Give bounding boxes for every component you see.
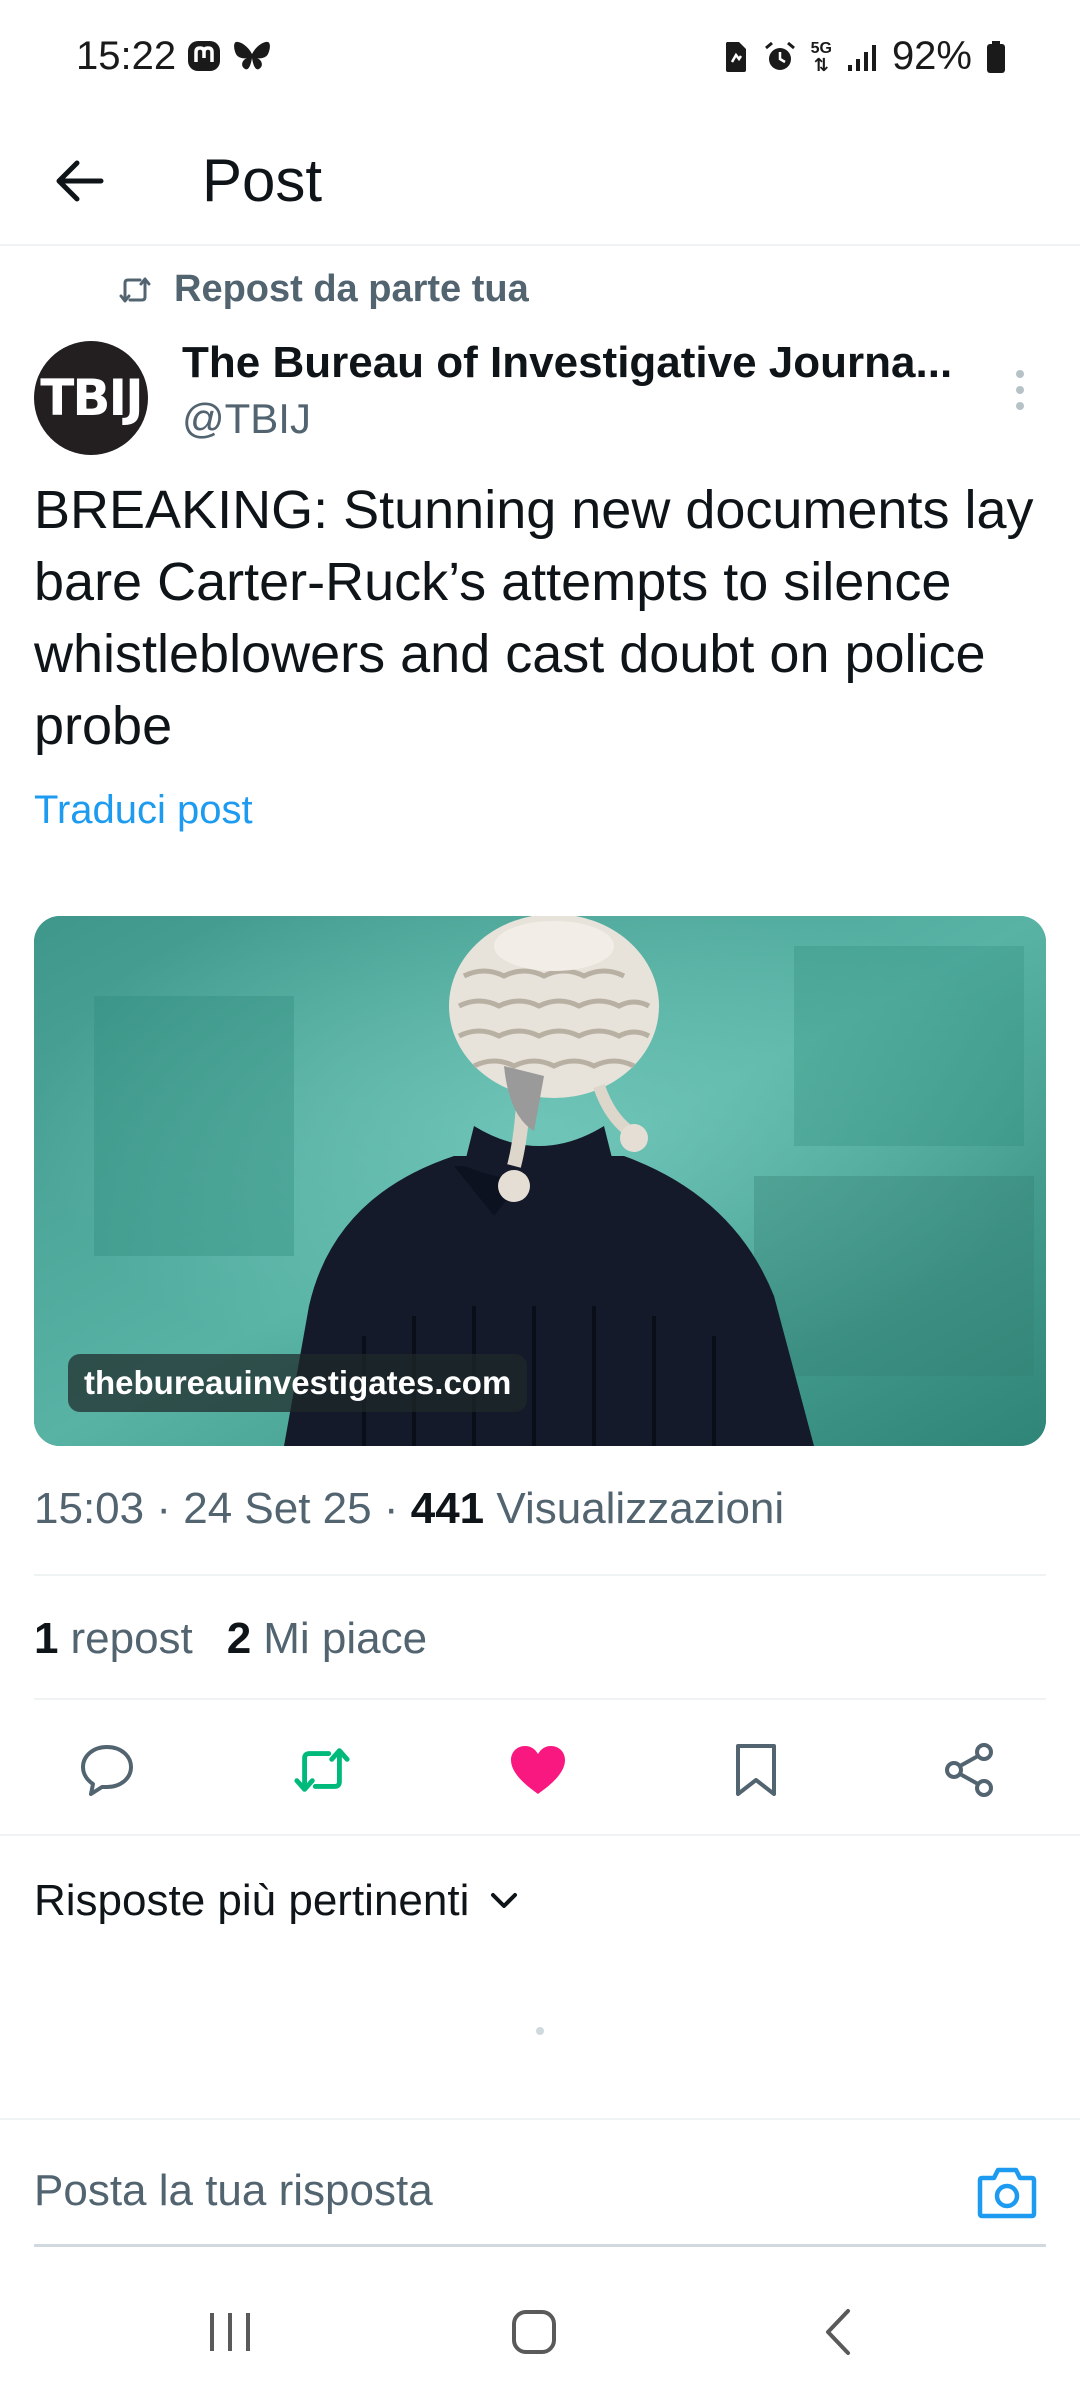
reposts-stat[interactable]: 1 repost xyxy=(34,1614,193,1664)
post-time: 15:03 xyxy=(34,1484,145,1533)
page-title: Post xyxy=(202,147,323,214)
status-indicators: 5G ⇅ 92% xyxy=(723,34,1006,79)
post-meta: 15:03 · 24 Set 25 · 441 Visualizzazioni xyxy=(34,1484,784,1534)
post-text: BREAKING: Stunning new documents lay bar… xyxy=(34,480,1034,756)
network-type-icon: 5G ⇅ xyxy=(810,39,832,75)
alarm-icon xyxy=(764,41,795,70)
views-label: Visualizzazioni xyxy=(496,1484,785,1533)
post-stats: 1 repost 2 Mi piace xyxy=(34,1614,427,1664)
bluesky-icon xyxy=(234,41,270,70)
heart-icon xyxy=(511,1746,565,1794)
replies-sort-label: Risposte più pertinenti xyxy=(34,1876,470,1925)
reply-input[interactable]: Posta la tua risposta xyxy=(34,2166,433,2216)
home-button[interactable] xyxy=(502,2300,566,2364)
top-app-bar: Post xyxy=(0,120,1080,246)
reposts-label: repost xyxy=(70,1614,193,1663)
bookmark-icon xyxy=(736,1744,776,1796)
link-preview-card[interactable]: thebureauinvestigates.com xyxy=(34,916,1046,1446)
arrow-left-icon xyxy=(56,160,104,202)
meta-separator: · xyxy=(156,1484,171,1533)
back-button[interactable] xyxy=(44,146,114,216)
post-date: 24 Set 25 xyxy=(183,1484,372,1533)
repost-label: Repost da parte tua xyxy=(174,268,529,310)
chevron-down-icon xyxy=(491,1893,518,1908)
battery-percent: 92% xyxy=(891,34,972,78)
action-bar xyxy=(0,1700,1080,1834)
repost-icon xyxy=(119,277,151,302)
signal-icon xyxy=(847,44,876,71)
avatar[interactable]: TBIJ xyxy=(34,341,148,455)
more-dot xyxy=(1016,386,1024,394)
recent-apps-icon xyxy=(210,2313,250,2351)
translate-post-link[interactable]: Traduci post xyxy=(34,788,253,833)
recent-apps-button[interactable] xyxy=(198,2300,262,2364)
divider xyxy=(0,1834,1080,1836)
repost-button[interactable] xyxy=(292,1740,352,1800)
likes-count: 2 xyxy=(226,1614,252,1663)
more-dot xyxy=(1016,402,1024,410)
loading-indicator xyxy=(536,2027,544,2035)
back-nav-button[interactable] xyxy=(806,2300,870,2364)
repost-icon xyxy=(294,1748,350,1792)
like-button[interactable] xyxy=(508,1740,568,1800)
bookmark-button[interactable] xyxy=(726,1740,786,1800)
author-name[interactable]: The Bureau of Investigative Journa... xyxy=(182,338,982,388)
share-button[interactable] xyxy=(940,1740,1000,1800)
likes-label: Mi piace xyxy=(263,1614,428,1663)
more-dot xyxy=(1016,370,1024,378)
repost-indicator: Repost da parte tua xyxy=(118,268,529,311)
views-count: 441 xyxy=(410,1484,485,1533)
back-icon xyxy=(826,2309,850,2355)
status-bar: 15:22 5G ⇅ 92% xyxy=(0,0,1080,120)
reply-button[interactable] xyxy=(77,1740,137,1800)
reply-composer: Posta la tua risposta xyxy=(0,2118,1080,2247)
battery-icon xyxy=(987,40,1005,73)
likes-stat[interactable]: 2 Mi piace xyxy=(227,1614,427,1664)
status-time: 15:22 xyxy=(76,34,177,78)
share-icon xyxy=(945,1743,993,1797)
meta-separator: · xyxy=(383,1484,399,1533)
link-domain-label: thebureauinvestigates.com xyxy=(68,1354,528,1412)
author-handle[interactable]: @TBIJ xyxy=(182,395,311,443)
home-icon xyxy=(512,2310,556,2354)
sim-icon xyxy=(725,41,746,72)
divider xyxy=(34,1574,1046,1576)
reposts-count: 1 xyxy=(34,1614,59,1663)
replies-sort-dropdown[interactable]: Risposte più pertinenti xyxy=(34,1876,519,1926)
reply-input-underline xyxy=(34,2244,1046,2247)
mastodon-icon xyxy=(188,41,220,71)
reply-icon xyxy=(81,1745,133,1796)
camera-icon[interactable] xyxy=(976,2164,1038,2220)
system-navigation-bar xyxy=(0,2260,1080,2400)
status-app-icons xyxy=(186,38,272,74)
more-options-button[interactable] xyxy=(1000,360,1040,420)
